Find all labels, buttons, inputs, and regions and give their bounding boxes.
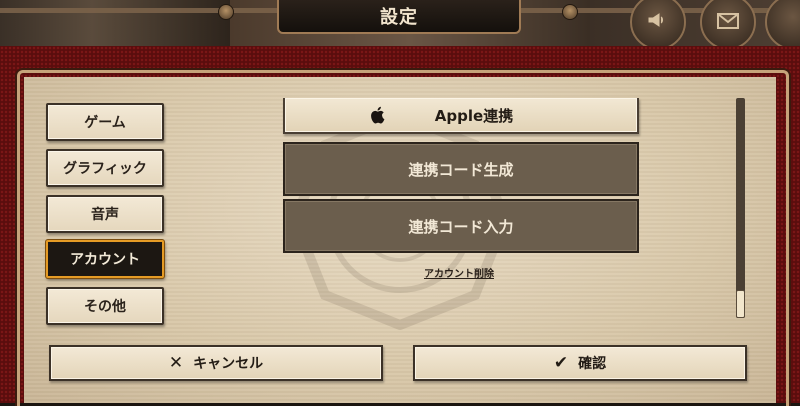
generate-code-button[interactable]: 連携コード生成 — [283, 142, 639, 196]
scrollbar-thumb[interactable] — [736, 290, 745, 318]
rail-knob-left — [218, 4, 234, 20]
delete-account-link[interactable]: アカウント削除 — [424, 265, 494, 280]
tab-game[interactable]: ゲーム — [46, 103, 164, 141]
generate-code-label: 連携コード生成 — [408, 160, 514, 179]
page-title: 設定 — [380, 7, 418, 28]
tab-graphics[interactable]: グラフィック — [46, 149, 164, 187]
apple-link-label: Apple連携 — [434, 106, 514, 125]
confirm-label: 確認 — [578, 356, 607, 372]
enter-code-button[interactable]: 連携コード入力 — [283, 199, 639, 253]
enter-code-label: 連携コード入力 — [408, 217, 514, 236]
cancel-button[interactable]: ✕ キャンセル — [49, 345, 383, 381]
tab-label: 音声 — [91, 207, 119, 223]
tab-label: ゲーム — [84, 115, 126, 131]
title-plate: 設定 — [277, 0, 521, 34]
cancel-label: キャンセル — [193, 356, 264, 372]
close-icon: ✕ — [168, 353, 184, 373]
tab-account[interactable]: アカウント — [46, 240, 164, 278]
rail-knob-right — [562, 4, 578, 20]
check-icon: ✔ — [553, 353, 569, 373]
tab-audio[interactable]: 音声 — [46, 195, 164, 233]
apple-link-button[interactable]: Apple連携 — [283, 98, 639, 134]
tab-label: その他 — [84, 299, 126, 315]
tab-other[interactable]: その他 — [46, 287, 164, 325]
apple-icon — [370, 106, 385, 124]
tab-label: グラフィック — [63, 161, 147, 177]
tab-label: アカウント — [70, 252, 140, 268]
scrollbar-track[interactable] — [736, 98, 745, 318]
confirm-button[interactable]: ✔ 確認 — [413, 345, 747, 381]
